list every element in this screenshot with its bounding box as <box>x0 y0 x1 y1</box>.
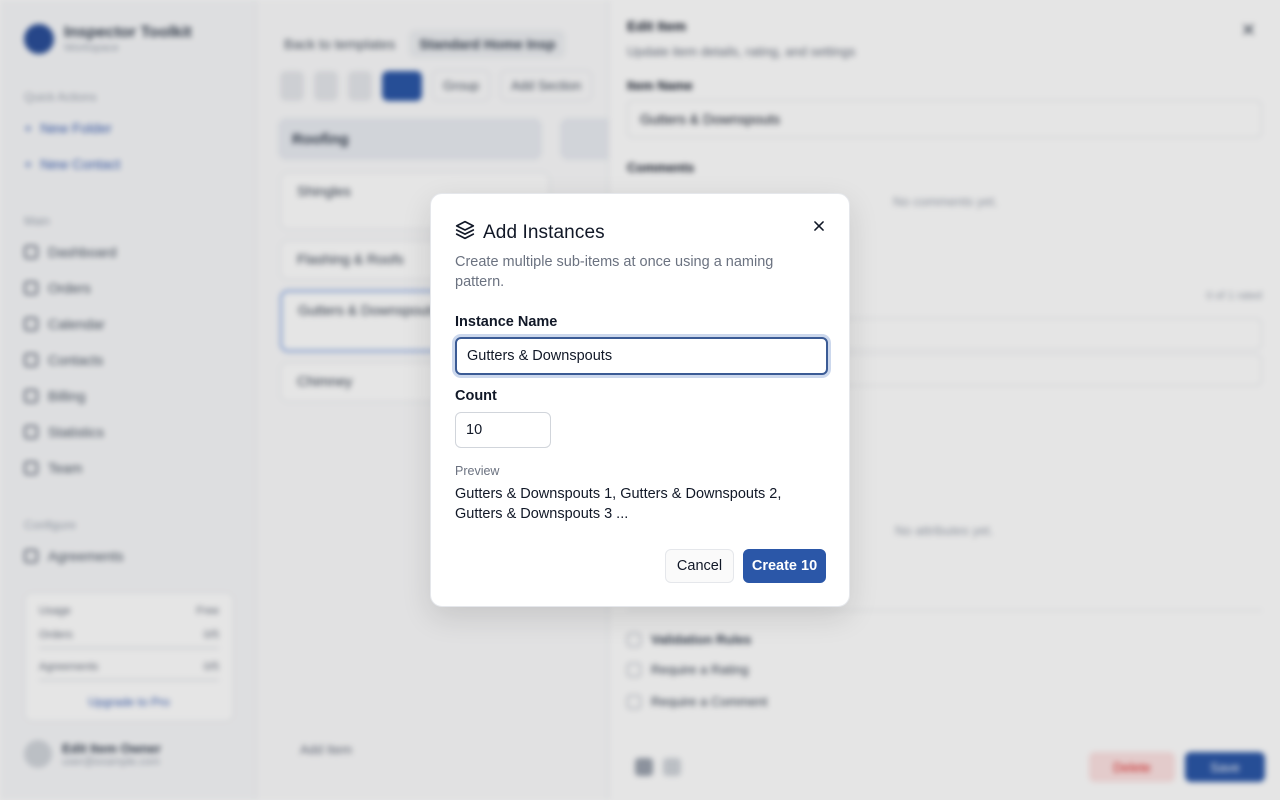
count-label: Count <box>455 388 497 404</box>
dialog-title: Add Instances <box>483 221 605 243</box>
cancel-button[interactable]: Cancel <box>665 549 734 583</box>
count-input[interactable] <box>455 412 551 448</box>
close-icon[interactable] <box>809 216 829 236</box>
dialog-description: Create multiple sub-items at once using … <box>455 254 774 290</box>
dialog-header: Add Instances <box>455 220 605 245</box>
create-button[interactable]: Create 10 <box>743 549 826 583</box>
instance-name-input[interactable] <box>455 337 828 375</box>
preview-label: Preview <box>455 464 500 478</box>
instance-name-label: Instance Name <box>455 314 558 330</box>
add-instances-dialog: Add Instances Create multiple sub-items … <box>430 193 850 607</box>
layers-icon <box>455 220 475 245</box>
preview-text: Gutters & Downspouts 1, Gutters & Downsp… <box>455 486 782 522</box>
